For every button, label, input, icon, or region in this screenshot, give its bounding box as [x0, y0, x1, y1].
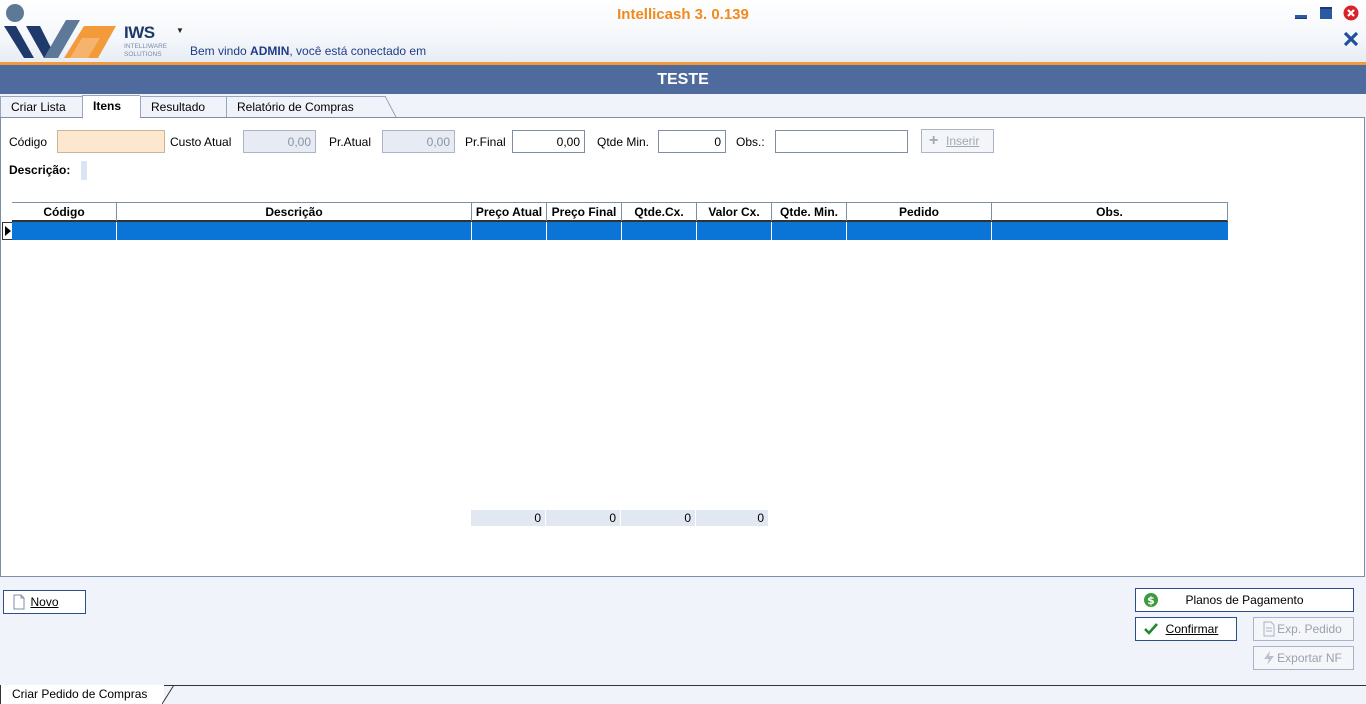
welcome-user: ADMIN: [250, 44, 290, 58]
welcome-suffix: , você está conectado em: [289, 44, 427, 58]
codigo-input[interactable]: [57, 130, 165, 153]
logo-sub-line-1: INTELLIWARE: [124, 43, 168, 50]
descricao-label: Descrição:: [9, 163, 71, 177]
close-form-icon[interactable]: [1342, 30, 1360, 48]
dropdown-arrow-icon[interactable]: ▼: [176, 26, 184, 35]
inserir-button[interactable]: + Inserir: [921, 129, 994, 153]
tab-label: Relatório de Compras: [237, 100, 354, 114]
welcome-prefix: Bem vindo: [190, 44, 251, 58]
exportar-nf-button[interactable]: Exportar NF: [1253, 646, 1354, 670]
tab-strip: Criar Lista Itens Resultado Relatório de…: [0, 94, 1366, 119]
lightning-icon: [1264, 651, 1274, 665]
cell-qtde-min[interactable]: [772, 222, 847, 240]
tab-edge: [385, 96, 397, 119]
cell-pedido[interactable]: [847, 222, 992, 240]
exp-pedido-button[interactable]: Exp. Pedido: [1253, 617, 1354, 641]
cell-codigo[interactable]: [12, 222, 117, 240]
maximize-icon[interactable]: [1318, 5, 1334, 21]
logo-subtitle: INTELLIWARE SOLUTIONS: [124, 43, 167, 59]
novo-button[interactable]: Novo: [3, 590, 86, 614]
confirmar-label: Confirmar: [1165, 622, 1219, 636]
tab-resultado[interactable]: Resultado: [140, 96, 226, 118]
page-title: TESTE: [0, 65, 1366, 94]
tab-relatorio-de-compras[interactable]: Relatório de Compras: [226, 96, 397, 119]
tab-label: Resultado: [151, 100, 206, 114]
qtde-min-label: Qtde Min.: [597, 135, 650, 149]
col-descricao[interactable]: Descrição: [117, 203, 472, 221]
total-qtde-cx: 0: [621, 510, 696, 526]
custo-atual-field: 0,00: [243, 130, 316, 153]
pr-final-input[interactable]: 0,00: [512, 130, 585, 153]
obs-input[interactable]: [775, 130, 908, 153]
minimize-icon[interactable]: [1293, 5, 1309, 21]
checkmark-icon: [1144, 623, 1158, 635]
logo-sub-line-2: SOLUTIONS: [124, 51, 162, 58]
col-valor-cx[interactable]: Valor Cx.: [697, 203, 772, 221]
cell-preco-atual[interactable]: [472, 222, 547, 240]
items-grid[interactable]: Código Descrição Preço Atual Preço Final…: [12, 202, 1228, 240]
col-preco-atual[interactable]: Preço Atual: [472, 203, 547, 221]
grid-header: Código Descrição Preço Atual Preço Final…: [12, 202, 1228, 222]
codigo-label: Código: [9, 135, 48, 149]
cell-valor-cx[interactable]: [697, 222, 772, 240]
descricao-value: [81, 161, 87, 180]
bottom-tab-label: Criar Pedido de Compras: [12, 687, 148, 701]
col-obs[interactable]: Obs.: [992, 203, 1228, 221]
total-valor-cx: 0: [696, 510, 769, 526]
plus-icon: +: [929, 132, 939, 149]
cell-obs[interactable]: [992, 222, 1228, 240]
col-qtde-min[interactable]: Qtde. Min.: [772, 203, 847, 221]
obs-label: Obs.:: [736, 135, 765, 149]
inserir-label: Inserir: [946, 134, 980, 148]
tab-criar-pedido-de-compras[interactable]: Criar Pedido de Compras: [0, 685, 174, 704]
planos-de-pagamento-button[interactable]: $ Planos de Pagamento: [1135, 588, 1354, 612]
col-qtde-cx[interactable]: Qtde.Cx.: [622, 203, 697, 221]
pr-atual-label: Pr.Atual: [329, 135, 372, 149]
welcome-text: Bem vindo ADMIN, você está conectado em: [190, 44, 426, 58]
col-preco-final[interactable]: Preço Final: [547, 203, 622, 221]
export-document-icon: [1263, 621, 1275, 637]
cell-descricao[interactable]: [117, 222, 472, 240]
close-window-icon[interactable]: [1343, 5, 1359, 21]
qtde-min-input[interactable]: 0: [658, 130, 726, 153]
table-row[interactable]: [12, 222, 1228, 240]
dollar-icon: $: [1144, 593, 1158, 607]
svg-text:$: $: [1147, 594, 1155, 607]
app-title: Intellicash 3. 0.139: [617, 6, 749, 23]
cell-preco-final[interactable]: [547, 222, 622, 240]
pr-final-label: Pr.Final: [465, 135, 506, 149]
total-preco-final: 0: [546, 510, 621, 526]
planos-label: Planos de Pagamento: [1185, 593, 1304, 607]
tab-itens[interactable]: Itens: [82, 95, 140, 119]
cell-qtde-cx[interactable]: [622, 222, 697, 240]
tab-criar-lista[interactable]: Criar Lista: [0, 96, 82, 118]
tab-label: Criar Lista: [11, 100, 66, 114]
tab-label: Itens: [93, 99, 122, 113]
novo-label: Novo: [30, 595, 59, 609]
app-header: IWS INTELLIWARE SOLUTIONS ▼ Intellicash …: [0, 0, 1366, 64]
col-codigo[interactable]: Código: [12, 203, 117, 221]
col-pedido[interactable]: Pedido: [847, 203, 992, 221]
logo-name: IWS: [124, 23, 155, 42]
itens-panel: Código Custo Atual 0,00 Pr.Atual 0,00 Pr…: [0, 117, 1365, 577]
pr-atual-field: 0,00: [382, 130, 455, 153]
total-preco-atual: 0: [471, 510, 546, 526]
tab-edge: [162, 685, 174, 704]
custo-atual-label: Custo Atual: [170, 135, 232, 149]
new-document-icon: [13, 594, 25, 610]
logo-wordmark: IWS INTELLIWARE SOLUTIONS: [122, 23, 172, 61]
bottom-tab-divider: [0, 685, 1366, 686]
confirmar-button[interactable]: Confirmar: [1135, 617, 1237, 641]
